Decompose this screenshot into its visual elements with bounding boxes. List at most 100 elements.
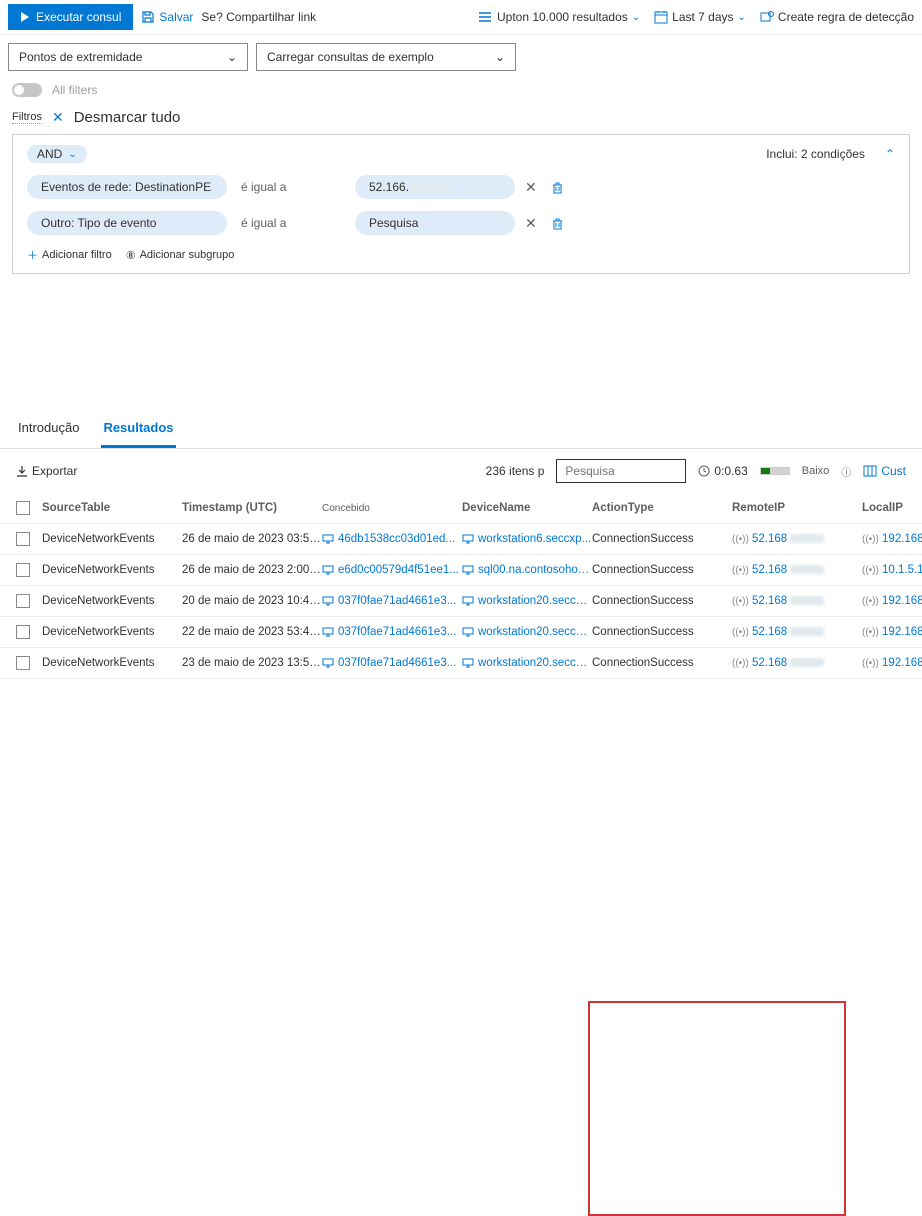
row-checkbox[interactable] [16,532,30,546]
delete-condition-icon[interactable] [551,181,564,194]
cell-timestamp: 22 de maio de 2023 53:49 AM [182,626,322,638]
wifi-icon: ((•)) [732,596,749,607]
remoteip-link[interactable]: 52.168 [752,626,787,638]
collapse-icon[interactable]: ⌃ [885,147,895,161]
concebido-link[interactable]: 037f0fae71ad4661e3... [338,626,456,638]
condition-value[interactable]: Pesquisa [355,211,515,235]
row-checkbox[interactable] [16,563,30,577]
results-limit-dropdown[interactable]: Upton 10.000 resultados ⌄ [479,10,640,24]
time-range-dropdown[interactable]: Last 7 days ⌄ [654,10,746,24]
col-devicename[interactable]: DeviceName [462,502,592,514]
concebido-link[interactable]: e6d0c00579d4f51ee1... [338,564,459,576]
condition-value[interactable]: 52.166. [355,175,515,199]
performance-label: Baixo [802,465,830,477]
devicename-link[interactable]: workstation20.seccxp... [478,626,592,638]
device-icon [462,534,474,544]
col-timestamp[interactable]: Timestamp (UTC) [182,502,322,514]
add-subgroup-button[interactable]: ⑧ Adicionar subgrupo [126,247,235,263]
close-icon[interactable]: ✕ [52,109,64,126]
add-filter-button[interactable]: ＋ Adicionar filtro [27,247,112,263]
select-all-checkbox[interactable] [16,501,30,515]
save-button[interactable]: Salvar [141,10,193,24]
table-header: SourceTable Timestamp (UTC) Concebido De… [0,493,922,524]
wifi-icon: ((•)) [732,658,749,669]
customize-columns-button[interactable]: Cust [863,464,906,478]
endpoints-dropdown[interactable]: Pontos de extremidade ⌄ [8,43,248,71]
devicename-link[interactable]: workstation20.seccxp... [478,595,592,607]
table-row[interactable]: DeviceNetworkEvents26 de maio de 2023 03… [0,524,922,555]
remoteip-link[interactable]: 52.168 [752,595,787,607]
devicename-link[interactable]: sql00.na.contosohote... [478,564,592,576]
redacted-value [411,182,451,192]
redacted-ip [790,627,824,636]
wifi-icon: ((•)) [732,627,749,638]
remoteip-link[interactable]: 52.168 [752,564,787,576]
cell-actiontype: ConnectionSuccess [592,595,732,607]
run-query-button[interactable]: Executar consul [8,4,133,30]
load-sample-queries-dropdown[interactable]: Carregar consultas de exemplo ⌄ [256,43,516,71]
remoteip-link[interactable]: 52.168 [752,657,787,669]
cell-devicename: workstation20.seccxp... [462,595,592,607]
filters-link[interactable]: Filtros [12,111,42,124]
row-checkbox[interactable] [16,594,30,608]
localip-link[interactable]: 10.1.5.1 [882,564,922,576]
cell-timestamp: 23 de maio de 2023 13:53 PM [182,657,322,669]
row-checkbox[interactable] [16,656,30,670]
cell-actiontype: ConnectionSuccess [592,533,732,545]
subgroup-icon: ⑧ [126,249,136,262]
concebido-link[interactable]: 037f0fae71ad4661e3... [338,657,456,669]
redacted-ip [790,658,824,667]
table-row[interactable]: DeviceNetworkEvents23 de maio de 2023 13… [0,648,922,679]
col-concebido[interactable]: Concebido [322,503,462,514]
elapsed-time: 0:0.63 [698,464,747,478]
cell-localip: ((•)) 192.168 [862,626,922,638]
export-button[interactable]: Exportar [16,464,77,478]
tab-results[interactable]: Resultados [101,414,175,448]
col-actiontype[interactable]: ActionType [592,502,732,514]
col-source[interactable]: SourceTable [42,502,182,514]
table-row[interactable]: DeviceNetworkEvents26 de maio de 2023 2:… [0,555,922,586]
filter-header: Filtros ✕ Desmarcar tudo [0,101,922,134]
localip-link[interactable]: 192.168 [882,657,922,669]
col-localip[interactable]: LocalIP [862,502,922,514]
results-search-input[interactable] [556,459,686,483]
results-tabs: Introdução Resultados [0,404,922,449]
create-detection-rule-button[interactable]: Create regra de detecção [760,10,914,24]
save-icon [141,10,155,24]
delete-condition-icon[interactable] [551,217,564,230]
remoteip-link[interactable]: 52.168 [752,533,787,545]
wifi-icon: ((•)) [732,565,749,576]
cell-localip: ((•)) 192.168 [862,595,922,607]
tab-introduction[interactable]: Introdução [16,414,81,448]
wifi-icon: ((•)) [862,534,879,545]
wifi-icon: ((•)) [862,596,879,607]
cell-remoteip: ((•)) 52.168 [732,564,862,576]
condition-field[interactable]: Outro: Tipo de evento [27,211,227,235]
operator-pill[interactable]: AND ⌄ [27,145,87,163]
chevron-down-icon: ⌄ [738,12,746,23]
info-icon[interactable]: ⓘ [841,464,851,479]
clear-value-icon[interactable]: ✕ [525,179,537,196]
row-checkbox[interactable] [16,625,30,639]
cell-concebido: 46db1538cc03d01ed... [322,533,462,545]
localip-link[interactable]: 192.168 [882,595,922,607]
table-row[interactable]: DeviceNetworkEvents20 de maio de 2023 10… [0,586,922,617]
devicename-link[interactable]: workstation6.seccxp... [478,533,591,545]
col-remoteip[interactable]: RemoteIP [732,502,862,514]
concebido-link[interactable]: 037f0fae71ad4661e3... [338,595,456,607]
share-link-button[interactable]: Se? Compartilhar link [201,10,316,24]
devicename-link[interactable]: workstation20.seccxp... [478,657,592,669]
query-dropdowns: Pontos de extremidade ⌄ Carregar consult… [0,35,922,79]
cell-timestamp: 20 de maio de 2023 10:43:45 PM [182,595,322,607]
clear-all-button[interactable]: Desmarcar tudo [74,109,181,126]
all-filters-toggle[interactable] [12,83,42,97]
localip-link[interactable]: 192.168 [882,626,922,638]
concebido-link[interactable]: 46db1538cc03d01ed... [338,533,455,545]
condition-field[interactable]: Eventos de rede: DestinationPE [27,175,227,199]
clear-value-icon[interactable]: ✕ [525,215,537,232]
results-toolbar: Exportar 236 itens p 0:0.63 Baixo ⓘ Cust [0,449,922,493]
chevron-down-icon: ⌄ [227,50,237,64]
table-row[interactable]: DeviceNetworkEvents22 de maio de 2023 53… [0,617,922,648]
results-table: SourceTable Timestamp (UTC) Concebido De… [0,493,922,679]
localip-link[interactable]: 192.168 [882,533,922,545]
